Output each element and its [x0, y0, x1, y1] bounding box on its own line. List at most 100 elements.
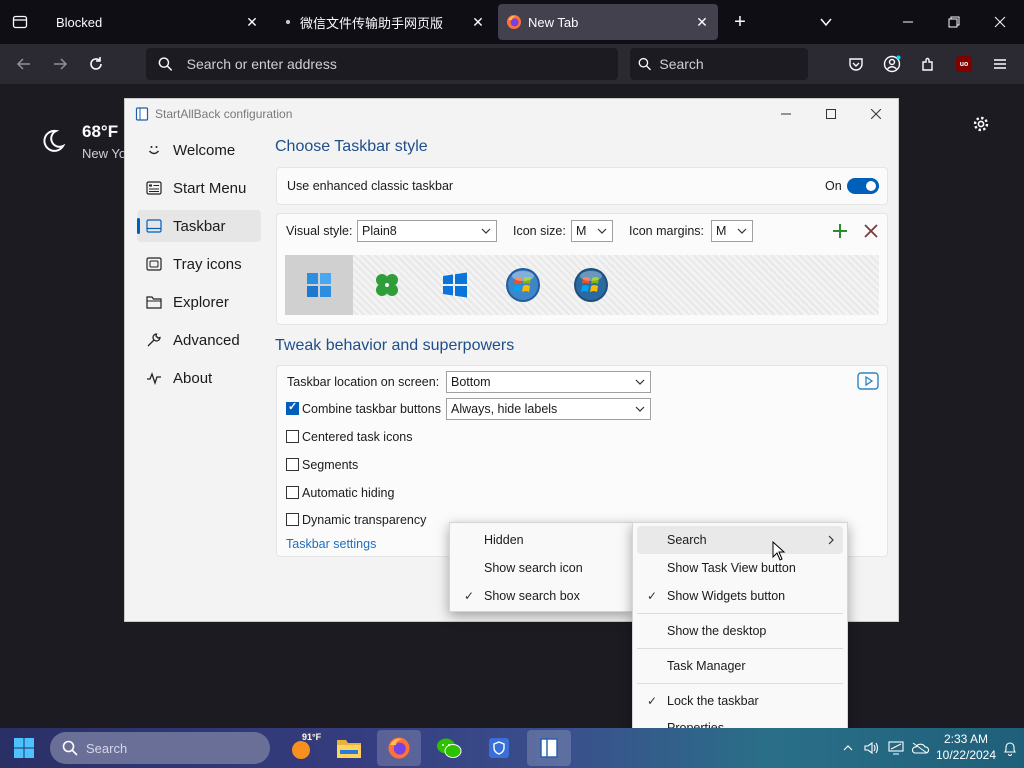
nav-item-welcome[interactable]: Welcome: [137, 134, 261, 166]
menu-item-lock-taskbar[interactable]: ✓ Lock the taskbar: [637, 687, 843, 715]
weather-widget[interactable]: 68°F New Yo: [40, 122, 126, 161]
checkmark-icon: ✓: [647, 589, 658, 603]
submenu-item-hidden[interactable]: Hidden: [454, 526, 628, 554]
menu-item-widgets[interactable]: ✓ Show Widgets button: [637, 582, 843, 610]
close-icon[interactable]: ✕: [470, 14, 486, 30]
maximize-icon[interactable]: [808, 99, 854, 129]
new-tab-plus-icon[interactable]: +: [728, 10, 752, 34]
taskbar-startallback[interactable]: [527, 730, 571, 766]
notification-bell-icon[interactable]: [1000, 738, 1020, 758]
nav-item-about[interactable]: About: [137, 362, 261, 394]
combine-buttons-select[interactable]: Always, hide labels: [446, 398, 651, 420]
tab-wechat[interactable]: 微信文件传输助手网页版 ✕: [272, 4, 494, 40]
volume-icon[interactable]: [862, 738, 882, 758]
dynamic-transparency-label: Dynamic transparency: [302, 513, 427, 527]
nav-item-label: Advanced: [173, 331, 240, 349]
style-option-vista[interactable]: [557, 255, 625, 315]
menu-item-label: Show Widgets button: [667, 589, 786, 603]
section-title-taskbar-style: Choose Taskbar style: [275, 138, 428, 155]
taskbar-security-app[interactable]: [477, 730, 521, 766]
menu-item-search[interactable]: Search: [637, 526, 843, 554]
combine-buttons-checkbox[interactable]: [286, 400, 299, 415]
onedrive-icon[interactable]: [910, 738, 930, 758]
extensions-icon[interactable]: [916, 54, 940, 74]
close-icon[interactable]: [853, 99, 899, 129]
close-window-icon[interactable]: [982, 10, 1018, 34]
search-submenu: Hidden Show search icon ✓ Show search bo…: [449, 522, 633, 612]
checkmark-icon: ✓: [647, 694, 658, 708]
network-icon[interactable]: [886, 738, 906, 758]
taskbar-context-menu: Search Show Task View button ✓ Show Widg…: [632, 522, 848, 745]
clock-time: 2:33 AM: [943, 732, 989, 746]
video-play-icon[interactable]: [857, 372, 879, 390]
automatic-hiding-checkbox[interactable]: [286, 486, 299, 499]
nav-item-taskbar[interactable]: Taskbar: [137, 210, 261, 242]
segments-checkbox[interactable]: [286, 458, 299, 471]
close-icon[interactable]: ✕: [694, 14, 710, 30]
start-menu-icon: [143, 179, 165, 197]
pocket-icon[interactable]: [844, 54, 868, 74]
gear-icon[interactable]: [972, 115, 994, 137]
weather-badge: 91°F: [300, 732, 324, 742]
menu-item-show-desktop[interactable]: Show the desktop: [637, 617, 843, 645]
style-option-windows7[interactable]: [489, 255, 557, 315]
dialog-title: StartAllBack configuration: [155, 107, 293, 121]
minimize-icon[interactable]: [763, 99, 809, 129]
restore-icon[interactable]: [936, 10, 972, 34]
clock-date: 10/22/2024: [935, 748, 997, 762]
add-style-plus-icon[interactable]: [831, 222, 849, 240]
nav-item-tray-icons[interactable]: Tray icons: [137, 248, 261, 280]
enhanced-taskbar-toggle[interactable]: [847, 178, 879, 194]
taskbar-wechat[interactable]: [427, 730, 471, 766]
dynamic-transparency-checkbox[interactable]: [286, 513, 299, 526]
nav-item-start-menu[interactable]: Start Menu: [137, 172, 261, 204]
icon-margins-select[interactable]: M: [711, 220, 753, 242]
taskbar-weather-widget[interactable]: 91°F: [280, 730, 324, 766]
taskbar-location-select[interactable]: Bottom: [446, 371, 651, 393]
tab-list-icon[interactable]: [0, 0, 40, 44]
search-bar[interactable]: [630, 48, 808, 80]
menu-item-label: Lock the taskbar: [667, 694, 759, 708]
taskbar-search-box[interactable]: [50, 732, 270, 764]
nav-item-explorer[interactable]: Explorer: [137, 286, 261, 318]
centered-icons-checkbox[interactable]: [286, 430, 299, 443]
nav-item-label: Start Menu: [173, 179, 247, 197]
hamburger-menu-icon[interactable]: [988, 54, 1012, 74]
tab-new-tab[interactable]: New Tab ✕: [498, 4, 718, 40]
reload-icon[interactable]: [84, 54, 108, 74]
mouse-cursor-icon: [772, 541, 786, 561]
tab-blocked[interactable]: Blocked ✕: [42, 4, 268, 40]
address-input[interactable]: [186, 56, 618, 72]
menu-item-task-view[interactable]: Show Task View button: [637, 554, 843, 582]
back-arrow-icon[interactable]: [12, 54, 36, 74]
start-button[interactable]: [2, 730, 46, 766]
ublock-origin-icon[interactable]: uo: [952, 54, 976, 74]
taskbar-clock[interactable]: 2:33 AM 10/22/2024: [930, 731, 1002, 763]
taskbar-icon: [143, 217, 165, 235]
address-bar[interactable]: [146, 48, 618, 80]
dialog-titlebar[interactable]: StartAllBack configuration: [125, 99, 898, 129]
icon-size-select[interactable]: M: [571, 220, 613, 242]
chevron-up-icon[interactable]: [838, 738, 858, 758]
smiley-icon: [143, 141, 165, 159]
taskbar-search-input[interactable]: [86, 740, 236, 756]
minimize-icon[interactable]: [890, 10, 926, 34]
submenu-item-show-search-icon[interactable]: Show search icon: [454, 554, 628, 582]
search-input[interactable]: [659, 56, 808, 72]
submenu-item-show-search-box[interactable]: ✓ Show search box: [454, 582, 628, 610]
browser-tab-bar: Blocked ✕ 微信文件传输助手网页版 ✕ New Tab ✕ +: [0, 0, 1024, 44]
menu-item-task-manager[interactable]: Task Manager: [637, 652, 843, 680]
taskbar-file-explorer[interactable]: [327, 730, 371, 766]
forward-arrow-icon[interactable]: [48, 54, 72, 74]
style-option-clover[interactable]: [353, 255, 421, 315]
chevron-down-icon[interactable]: [814, 10, 838, 34]
visual-style-select[interactable]: Plain8: [357, 220, 497, 242]
taskbar-settings-link[interactable]: Taskbar settings: [286, 537, 376, 551]
style-option-windows11[interactable]: [285, 255, 353, 315]
account-icon[interactable]: [880, 54, 904, 74]
nav-item-advanced[interactable]: Advanced: [137, 324, 261, 356]
taskbar-firefox[interactable]: [377, 730, 421, 766]
remove-style-x-icon[interactable]: [863, 223, 879, 239]
style-option-windows10[interactable]: [421, 255, 489, 315]
close-icon[interactable]: ✕: [244, 14, 260, 30]
